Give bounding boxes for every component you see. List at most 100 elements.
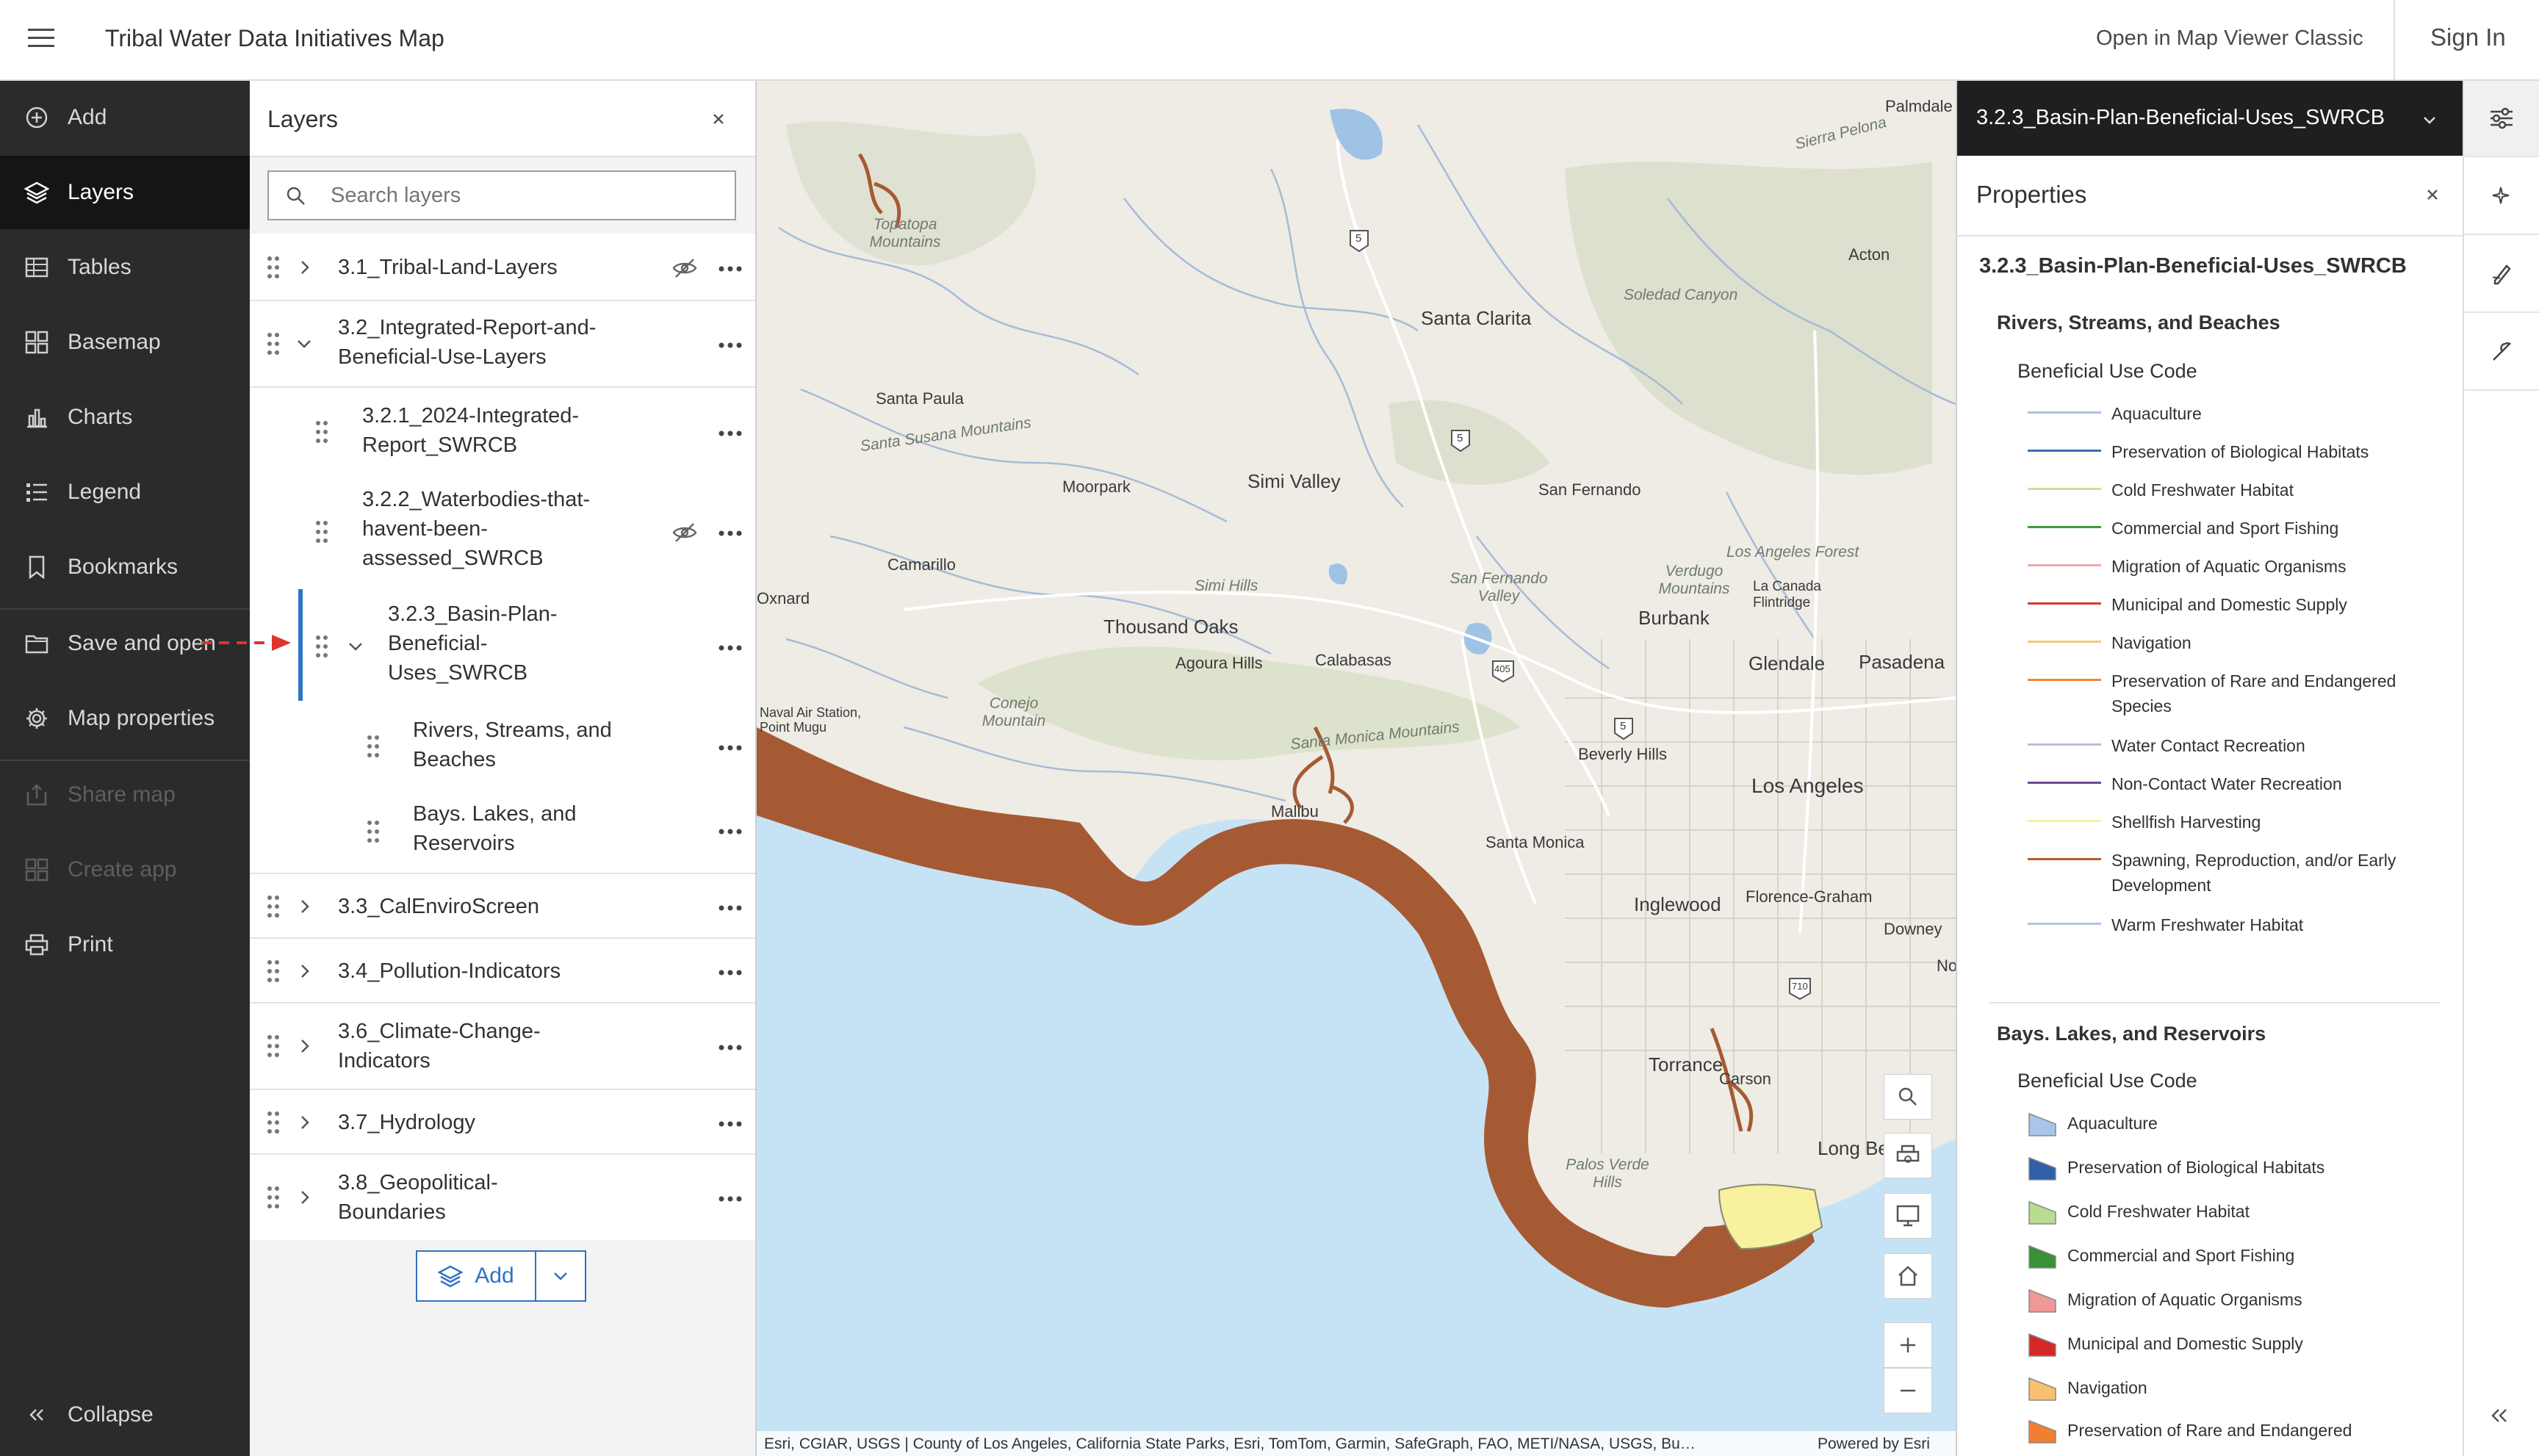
more-options-icon[interactable] <box>717 968 743 977</box>
nav-charts[interactable]: Charts <box>0 381 250 454</box>
chevron-right-icon[interactable] <box>295 1189 313 1206</box>
chevron-down-icon[interactable] <box>295 335 313 353</box>
styles-tool-button[interactable] <box>2464 237 2539 313</box>
layer-row[interactable]: 3.1_Tribal-Land-Layers <box>250 234 755 301</box>
more-options-icon[interactable] <box>717 1043 743 1052</box>
properties-tool-button[interactable] <box>2464 81 2539 157</box>
legend-label: Commercial and Sport Fishing <box>2111 519 2339 538</box>
layer-row[interactable]: 3.2.1_2024-Integrated- Report_SWRCB <box>250 388 755 475</box>
more-options-icon[interactable] <box>717 264 743 273</box>
layers-panel-header: Layers <box>250 81 755 157</box>
nav-bookmarks[interactable]: Bookmarks <box>0 530 250 604</box>
sublayer-row[interactable]: Rivers, Streams, and Beaches <box>250 704 755 789</box>
add-layer-button-group: Add <box>416 1250 586 1302</box>
drag-handle-icon[interactable] <box>314 519 329 545</box>
collapse-chevrons-icon <box>24 1402 50 1428</box>
add-layer-dropdown[interactable] <box>536 1250 586 1302</box>
folder-icon <box>24 630 50 657</box>
apps-grid-icon <box>24 857 50 883</box>
attribution-sources[interactable]: Esri, CGIAR, USGS | County of Los Angele… <box>764 1435 1785 1453</box>
nav-legend[interactable]: Legend <box>0 455 250 529</box>
more-options-icon[interactable] <box>717 1120 743 1128</box>
effects-sparkle-icon <box>2491 185 2513 207</box>
drag-handle-icon[interactable] <box>366 733 381 760</box>
drag-handle-icon[interactable] <box>366 818 381 845</box>
hamburger-menu-icon[interactable] <box>26 24 56 53</box>
more-options-icon[interactable] <box>717 529 743 538</box>
configure-tool-button[interactable] <box>2464 314 2539 391</box>
sublayer-row[interactable]: Bays. Lakes, and Reservoirs <box>250 789 755 874</box>
layer-selector-dropdown[interactable]: 3.2.3_Basin-Plan-Beneficial-Uses_SWRCB <box>1957 81 2464 156</box>
more-options-icon[interactable] <box>717 827 743 836</box>
layer-row[interactable]: 3.6_Climate-Change- Indicators <box>250 1003 755 1090</box>
map-label-florence-graham: Florence-Graham <box>1746 887 1873 906</box>
zoom-out-button[interactable] <box>1884 1368 1932 1413</box>
chevron-right-icon[interactable] <box>295 259 313 276</box>
nav-basemap[interactable]: Basemap <box>0 306 250 379</box>
layer-row[interactable]: 3.8_Geopolitical- Boundaries <box>250 1155 755 1240</box>
add-circle-icon <box>24 104 50 131</box>
add-layer-button[interactable]: Add <box>416 1250 536 1302</box>
nav-map-properties[interactable]: Map properties <box>0 682 250 755</box>
collapse-chevrons-icon[interactable] <box>2489 1408 2510 1424</box>
nav-tables[interactable]: Tables <box>0 231 250 304</box>
more-options-icon[interactable] <box>717 904 743 912</box>
nav-layers-label: Layers <box>68 180 134 204</box>
chevron-right-icon[interactable] <box>295 898 313 915</box>
drag-handle-icon[interactable] <box>314 633 329 660</box>
search-layers-input[interactable] <box>331 181 713 210</box>
chevron-right-icon[interactable] <box>295 1114 313 1131</box>
legend-polygon-swatch <box>2028 1200 2057 1225</box>
more-options-icon[interactable] <box>717 341 743 350</box>
rivers-section-title: Rivers, Streams, and Beaches <box>1997 311 2280 334</box>
printer-icon <box>24 931 50 958</box>
layer-row[interactable]: 3.3_CalEnviroScreen <box>250 874 755 939</box>
drag-handle-icon[interactable] <box>266 958 281 984</box>
layer-row[interactable]: 3.7_Hydrology <box>250 1090 755 1155</box>
effects-tool-button[interactable] <box>2464 159 2539 235</box>
powered-by-esri[interactable]: Powered by Esri <box>1818 1435 1930 1453</box>
more-options-icon[interactable] <box>717 429 743 438</box>
chevron-right-icon[interactable] <box>295 1037 313 1055</box>
more-options-icon[interactable] <box>717 743 743 752</box>
drag-handle-icon[interactable] <box>266 1109 281 1136</box>
map-search-button[interactable] <box>1884 1074 1932 1120</box>
drag-handle-icon[interactable] <box>266 1184 281 1211</box>
bays-section-title: Bays. Lakes, and Reservoirs <box>1997 1023 2266 1045</box>
nav-add[interactable]: Add <box>0 81 250 154</box>
layer-row[interactable]: 3.2_Integrated-Report-and- Beneficial-Us… <box>250 301 755 388</box>
close-icon[interactable] <box>708 109 729 129</box>
layer-row[interactable]: 3.2.2_Waterbodies-that- havent-been- ass… <box>250 475 755 588</box>
more-options-icon[interactable] <box>717 644 743 652</box>
drag-handle-icon[interactable] <box>266 893 281 920</box>
map-print-button[interactable] <box>1884 1133 1932 1178</box>
visibility-off-icon[interactable] <box>671 522 698 544</box>
bar-chart-icon <box>24 404 50 430</box>
nav-layers[interactable]: Layers <box>0 156 250 229</box>
map-fullscreen-button[interactable] <box>1884 1193 1932 1239</box>
map-label-calabasas: Calabasas <box>1315 651 1391 669</box>
drag-handle-icon[interactable] <box>266 254 281 281</box>
chevron-down-icon[interactable] <box>347 638 364 655</box>
nav-collapse[interactable]: Collapse <box>0 1378 250 1452</box>
layer-row-selected[interactable]: 3.2.3_Basin-Plan- Beneficial- Uses_SWRCB <box>250 588 755 704</box>
visibility-off-icon[interactable] <box>671 257 698 279</box>
highway-shield-label: 5 <box>1620 720 1627 732</box>
map-view[interactable]: Palmdale Acton Santa Clarita Santa Paula… <box>757 81 1956 1456</box>
layer-name-line: 3.8_Geopolitical- <box>338 1171 498 1194</box>
more-options-icon[interactable] <box>717 1194 743 1203</box>
map-label-acton: Acton <box>1848 245 1890 264</box>
zoom-in-button[interactable] <box>1884 1322 1932 1368</box>
sign-in-button[interactable]: Sign In <box>2430 24 2506 51</box>
nav-print[interactable]: Print <box>0 908 250 981</box>
open-map-viewer-classic-link[interactable]: Open in Map Viewer Classic <box>2096 26 2363 51</box>
map-label-moorpark: Moorpark <box>1062 477 1131 496</box>
map-home-button[interactable] <box>1884 1253 1932 1299</box>
layer-row[interactable]: 3.4_Pollution-Indicators <box>250 939 755 1003</box>
drag-handle-icon[interactable] <box>266 331 281 357</box>
drag-handle-icon[interactable] <box>266 1033 281 1059</box>
close-icon[interactable] <box>2423 185 2442 204</box>
search-layers-box[interactable] <box>267 170 736 220</box>
drag-handle-icon[interactable] <box>314 419 329 445</box>
chevron-right-icon[interactable] <box>295 962 313 980</box>
